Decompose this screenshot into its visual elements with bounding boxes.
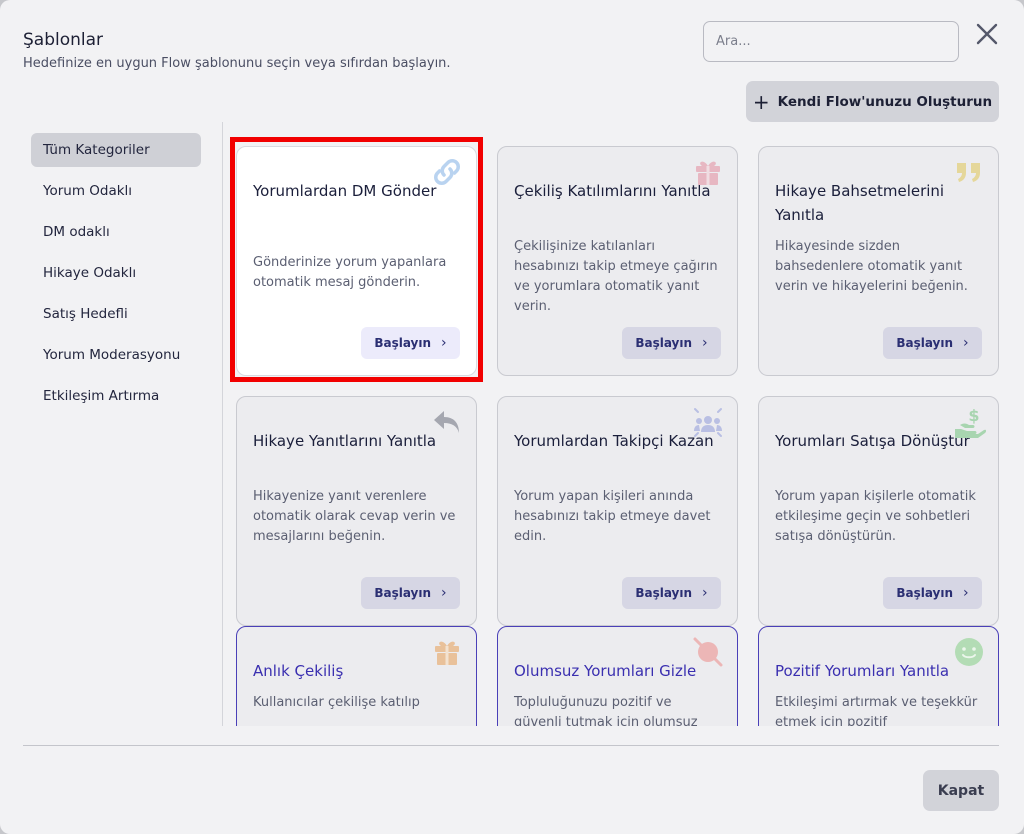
sidebar-item-dm-focused[interactable]: DM odaklı <box>31 215 201 249</box>
footer-divider <box>23 745 999 746</box>
start-button[interactable]: Başlayın › <box>361 327 460 359</box>
chevron-right-icon: › <box>702 335 708 351</box>
smile-icon <box>955 638 983 666</box>
sidebar-item-sales-targeted[interactable]: Satış Hedefli <box>31 297 201 331</box>
start-button-label: Başlayın <box>635 336 693 350</box>
start-button[interactable]: Başlayın › <box>883 577 982 609</box>
card-title: Hikaye Yanıtlarını Yanıtla <box>253 432 437 450</box>
hide-comment-icon <box>693 637 723 667</box>
template-card-hide-negative[interactable]: Olumsuz Yorumları Gizle Topluluğunuzu po… <box>497 626 738 726</box>
sidebar-item-label: Yorum Odaklı <box>43 183 133 199</box>
gift-icon <box>435 641 459 665</box>
create-own-flow-button[interactable]: + Kendi Flow'unuzu Oluşturun <box>746 81 999 122</box>
reply-icon <box>434 411 459 433</box>
card-description: Yorum yapan kişileri anında hesabınızı t… <box>514 489 711 544</box>
card-description: Topluluğunuzu pozitif ve güvenli tutmak … <box>514 695 698 726</box>
sidebar-item-label: DM odaklı <box>43 224 110 240</box>
sidebar-item-comment-moderation[interactable]: Yorum Moderasyonu <box>31 338 201 372</box>
chevron-right-icon: › <box>441 335 447 351</box>
card-description: Yorum yapan kişilerle otomatik etkileşim… <box>775 489 976 544</box>
close-icon[interactable] <box>973 20 1001 48</box>
category-sidebar: Tüm Kategoriler Yorum Odaklı DM odaklı H… <box>31 133 201 420</box>
money-hand-icon: $ <box>955 406 986 438</box>
sidebar-item-label: Hikaye Odaklı <box>43 265 137 281</box>
chevron-right-icon: › <box>702 585 708 601</box>
start-button-label: Başlayın <box>635 586 693 600</box>
sidebar-item-label: Etkileşim Artırma <box>43 388 160 404</box>
start-button[interactable]: Başlayın › <box>622 577 721 609</box>
template-card-comments-to-dm[interactable]: Yorumlardan DM Gönder Gönderinize yorum … <box>236 146 477 376</box>
card-description: Etkileşimi artırmak ve teşekkür etmek iç… <box>775 695 978 726</box>
card-description: Kullanıcılar çekilişe katılıp <box>253 695 420 710</box>
card-title: Yorumları Satışa Dönüştür <box>775 432 970 450</box>
sidebar-item-comment-focused[interactable]: Yorum Odaklı <box>31 174 201 208</box>
sidebar-item-label: Satış Hedefli <box>43 306 128 322</box>
sidebar-divider <box>222 122 223 726</box>
template-card-instant-giveaway[interactable]: Anlık Çekiliş Kullanıcılar çekilişe katı… <box>236 626 477 726</box>
link-icon <box>434 159 460 185</box>
sidebar-item-label: Tüm Kategoriler <box>43 142 150 158</box>
sidebar-item-engagement-boost[interactable]: Etkileşim Artırma <box>31 379 201 413</box>
template-card-positive-replies[interactable]: Pozitif Yorumları Yanıtla Etkileşimi art… <box>758 626 999 726</box>
modal-subtitle: Hedefinize en uygun Flow şablonunu seçin… <box>23 56 451 71</box>
card-description: Hikayenize yanıt verenlere otomatik olar… <box>253 489 456 544</box>
template-card-gain-followers[interactable]: Yorumlardan Takipçi Kazan Yorum yapan ki… <box>497 396 738 626</box>
start-button[interactable]: Başlayın › <box>622 327 721 359</box>
template-card-comments-to-sales[interactable]: $ Yorumları Satışa Dönüştür Yorum yapan … <box>758 396 999 626</box>
start-button[interactable]: Başlayın › <box>883 327 982 359</box>
chevron-right-icon: › <box>441 585 447 601</box>
card-title: Çekiliş Katılımlarını Yanıtla <box>514 182 711 200</box>
svg-text:$: $ <box>968 406 979 425</box>
start-button-label: Başlayın <box>374 586 432 600</box>
card-description: Çekilişinize katılanları hesabınızı taki… <box>514 239 718 314</box>
start-button[interactable]: Başlayın › <box>361 577 460 609</box>
sidebar-item-story-focused[interactable]: Hikaye Odaklı <box>31 256 201 290</box>
card-title: Hikaye Bahsetmelerini Yanıtla <box>775 182 945 224</box>
chevron-right-icon: › <box>963 335 969 351</box>
search-input[interactable] <box>703 21 959 62</box>
card-title: Yorumlardan Takipçi Kazan <box>514 432 714 450</box>
card-description: Hikayesinde sizden bahsedenlere otomatik… <box>775 239 968 294</box>
sidebar-item-all-categories[interactable]: Tüm Kategoriler <box>31 133 201 167</box>
quote-icon <box>957 163 980 182</box>
start-button-label: Başlayın <box>374 336 432 350</box>
start-button-label: Başlayın <box>896 586 954 600</box>
template-card-story-mentions[interactable]: Hikaye Bahsetmelerini Yanıtla Hikayesind… <box>758 146 999 376</box>
card-title: Yorumlardan DM Gönder <box>253 182 437 200</box>
users-icon <box>694 408 722 437</box>
modal-title: Şablonlar <box>23 30 104 50</box>
sidebar-item-label: Yorum Moderasyonu <box>43 347 181 363</box>
template-card-story-replies[interactable]: Hikaye Yanıtlarını Yanıtla Hikayenize ya… <box>236 396 477 626</box>
plus-icon: + <box>752 89 770 114</box>
chevron-right-icon: › <box>963 585 969 601</box>
card-description: Gönderinize yorum yapanlara otomatik mes… <box>253 255 447 290</box>
close-button[interactable]: Kapat <box>923 770 999 811</box>
create-own-flow-label: Kendi Flow'unuzu Oluşturun <box>777 93 993 110</box>
start-button-label: Başlayın <box>896 336 954 350</box>
gift-icon <box>696 161 720 185</box>
templates-modal: Şablonlar Hedefinize en uygun Flow şablo… <box>0 0 1024 834</box>
template-grid: Yorumlardan DM Gönder Gönderinize yorum … <box>226 130 1016 726</box>
template-card-giveaway-replies[interactable]: Çekiliş Katılımlarını Yanıtla Çekilişini… <box>497 146 738 376</box>
